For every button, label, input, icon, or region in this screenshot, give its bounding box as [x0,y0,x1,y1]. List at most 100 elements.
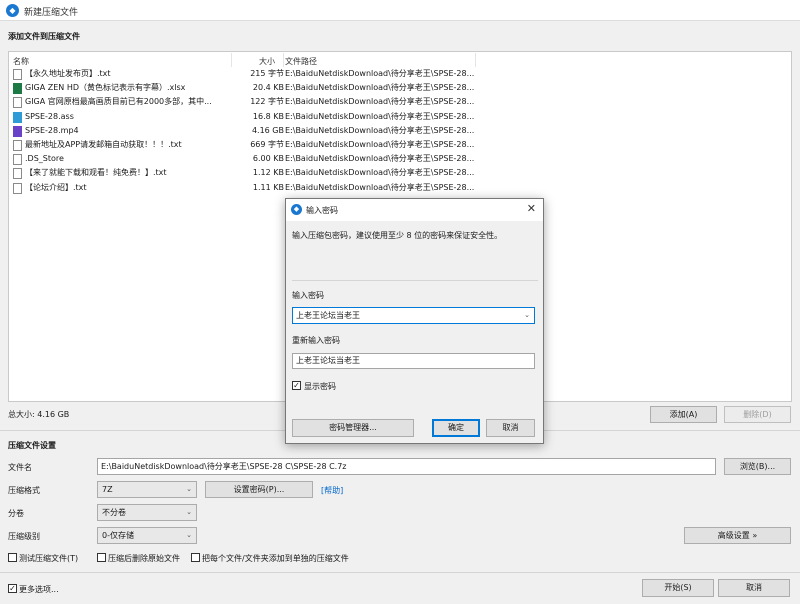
more-options-checkbox[interactable]: ✓ [8,584,17,593]
file-size: 6.00 KB [252,154,284,164]
file-name: GIGA ZEN HD（黄色标记表示有字幕）.xlsx [25,83,186,93]
file-size: 4.16 GB [251,125,284,135]
password-input[interactable]: 上老王论坛当老王 ⌄ [292,307,535,324]
excel-file-icon [13,83,22,95]
window-title: 新建压缩文件 [24,8,79,18]
delete-button[interactable]: 删除(D) [724,406,791,423]
password-manager-button[interactable]: 密码管理器... [292,419,414,437]
separate-archives-checkbox[interactable] [191,553,200,562]
dialog-title-bar: ◆ 输入密码 ✕ [286,199,543,221]
delete-after-label: 压缩后删除原始文件 [108,554,180,563]
total-size: 总大小: 4.16 GB [8,410,70,419]
test-archive-checkbox[interactable] [8,553,17,562]
file-name: 最新地址及APP请发邮箱自动获取！！！.txt [25,140,182,149]
video-file-icon [13,125,22,137]
text-file-icon [13,140,22,151]
file-size: 16.8 KB [252,111,284,121]
file-path: E:\BaiduNetdiskDownload\待分享老王\SPSE-28... [285,97,475,107]
dialog-hint: 输入压缩包密码，建议使用至少 8 位的密码来保证安全性。 [292,231,503,240]
file-path: E:\BaiduNetdiskDownload\待分享老王\SPSE-28... [285,154,475,164]
file-size: 1.11 KB [252,182,284,192]
file-path: E:\BaiduNetdiskDownload\待分享老王\SPSE-28... [285,140,475,149]
file-name: .DS_Store [25,154,64,164]
file-section-title: 添加文件到压缩文件 [8,32,80,41]
dialog-title: 输入密码 [306,206,338,215]
text-file-icon [13,182,22,194]
file-row[interactable]: SPSE-28.ass 16.8 KB E:\BaiduNetdiskDownloa… [9,110,479,124]
chevron-down-icon: ⌄ [186,485,192,493]
column-header-name[interactable]: 名称 [13,56,29,67]
help-link[interactable]: [帮助] [321,485,343,496]
show-password-checkbox[interactable]: ✓ [292,381,301,390]
cancel-button[interactable]: 取消 [718,579,790,597]
file-row[interactable]: 【永久地址发布页】.txt 215 字节 E:\BaiduNetdiskDownlo… [9,67,479,81]
file-name: 【永久地址发布页】.txt [25,69,111,78]
file-row[interactable]: 最新地址及APP请发邮箱自动获取！！！.txt 669 字节 E:\BaiduNet… [9,138,479,152]
app-logo-icon: ◆ [291,204,302,215]
chevron-down-icon[interactable]: ⌄ [524,308,530,323]
column-header-path[interactable]: 文件路径 [285,56,317,67]
level-select-value: 0-仅存储 [102,531,134,540]
file-row[interactable]: .DS_Store 6.00 KB E:\BaiduNetdiskDownload\… [9,152,479,166]
subtitle-file-icon [13,111,22,123]
show-password-label: 显示密码 [304,382,336,391]
file-name: 【论坛介绍】.txt [25,182,87,192]
filename-input[interactable]: E:\BaiduNetdiskDownload\待分享老王\SPSE-28 C\… [97,458,716,475]
dialog-cancel-button[interactable]: 取消 [486,419,535,437]
separate-archives-label: 把每个文件/文件夹添加到单独的压缩文件 [202,554,349,563]
split-select-value: 不分卷 [102,508,126,517]
file-path: E:\BaiduNetdiskDownload\待分享老王\SPSE-28... [285,125,475,135]
file-size: 669 字节 [250,140,284,149]
split-label: 分卷 [8,509,24,518]
file-size: 20.4 KB [252,83,284,93]
confirm-password-label: 重新输入密码 [292,336,340,345]
settings-title: 压缩文件设置 [8,441,56,450]
text-file-icon [13,168,22,180]
text-file-icon [13,69,22,80]
close-icon[interactable]: ✕ [527,202,536,215]
filename-label: 文件名 [8,463,32,472]
password-label: 输入密码 [292,291,324,300]
blank-file-icon [13,154,22,166]
file-size: 1.12 KB [252,168,284,178]
ok-button[interactable]: 确定 [432,419,480,437]
password-dialog: ◆ 输入密码 ✕ 输入压缩包密码，建议使用至少 8 位的密码来保证安全性。 输入… [285,198,544,444]
level-label: 压缩级别 [8,532,40,541]
file-size: 215 字节 [250,69,284,78]
file-path: E:\BaiduNetdiskDownload\待分享老王\SPSE-28... [285,182,475,192]
file-path: E:\BaiduNetdiskDownload\待分享老王\SPSE-28... [285,69,475,78]
file-size: 122 字节 [250,97,284,107]
file-name: SPSE-28.ass [25,111,74,121]
format-select[interactable]: 7Z ⌄ [97,481,197,498]
start-button[interactable]: 开始(S) [642,579,714,597]
confirm-password-input[interactable]: 上老王论坛当老王 [292,353,535,369]
more-options-label: 更多选项... [19,585,59,594]
file-row[interactable]: 【论坛介绍】.txt 1.11 KB E:\BaiduNetdiskDownload… [9,181,479,195]
text-file-icon [13,97,22,109]
file-row[interactable]: SPSE-28.mp4 4.16 GB E:\BaiduNetdiskDownloa… [9,124,479,138]
level-select[interactable]: 0-仅存储 ⌄ [97,527,197,544]
add-button[interactable]: 添加(A) [650,406,717,423]
set-password-button[interactable]: 设置密码(P)... [205,481,313,498]
chevron-down-icon: ⌄ [186,531,192,539]
file-row[interactable]: GIGA ZEN HD（黄色标记表示有字幕）.xlsx 20.4 KB E:\Bai… [9,81,479,95]
advanced-settings-button[interactable]: 高级设置 » [684,527,791,544]
file-path: E:\BaiduNetdiskDownload\待分享老王\SPSE-28... [285,111,475,121]
file-path: E:\BaiduNetdiskDownload\待分享老王\SPSE-28... [285,83,475,93]
app-logo-icon: ◆ [6,4,19,17]
title-bar: ◆ 新建压缩文件 [0,0,800,21]
column-header-size[interactable]: 大小 [259,56,275,67]
format-select-value: 7Z [102,485,113,494]
file-row[interactable]: 【来了就能下载和观看！纯免费！】.txt 1.12 KB E:\BaiduNetdi… [9,166,479,180]
file-row[interactable]: GIGA 官网原档最高画质目前已有2000多部，其中... 122 字节 E:\Ba… [9,95,479,109]
test-archive-label: 测试压缩文件(T) [19,554,79,563]
password-input-value: 上老王论坛当老王 [296,311,360,320]
split-select[interactable]: 不分卷 ⌄ [97,504,197,521]
file-name: GIGA 官网原档最高画质目前已有2000多部，其中... [25,97,212,107]
delete-after-checkbox[interactable] [97,553,106,562]
format-label: 压缩格式 [8,486,40,495]
chevron-down-icon: ⌄ [186,508,192,516]
file-name: SPSE-28.mp4 [25,125,79,135]
browse-button[interactable]: 浏览(B)... [724,458,791,475]
file-path: E:\BaiduNetdiskDownload\待分享老王\SPSE-28... [285,168,475,178]
